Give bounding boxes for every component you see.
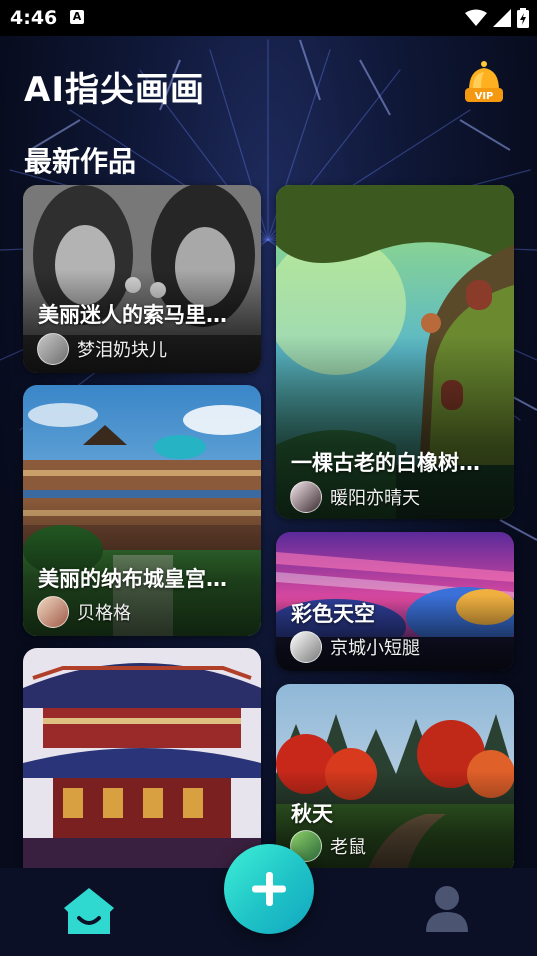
- author-name: 京城小短腿: [330, 638, 420, 659]
- home-icon[interactable]: [62, 886, 116, 936]
- app-screen: 4:46 A AI指尖画画 VIP 最新作品 美丽迷人的索马里… 梦泪奶块儿 一…: [0, 0, 537, 956]
- artwork-card[interactable]: 美丽的纳布城皇宫… 贝格格: [23, 385, 261, 636]
- card-author: 京城小短腿: [290, 631, 420, 663]
- signal-icon: [493, 9, 511, 27]
- status-bar: 4:46 A: [0, 0, 537, 36]
- artwork-card[interactable]: 美丽迷人的索马里… 梦泪奶块儿: [23, 185, 261, 373]
- card-author: 贝格格: [37, 596, 131, 628]
- vip-crown-icon[interactable]: VIP: [461, 60, 507, 106]
- avatar: [37, 333, 69, 365]
- status-time: 4:46: [10, 7, 58, 29]
- card-title: 美丽的纳布城皇宫…: [38, 567, 227, 591]
- avatar: [290, 631, 322, 663]
- card-title: 美丽迷人的索马里…: [38, 303, 227, 327]
- author-name: 梦泪奶块儿: [77, 340, 167, 361]
- create-button[interactable]: [224, 844, 314, 934]
- artwork-card[interactable]: 一棵古老的白橡树… 暖阳亦晴天: [276, 185, 514, 519]
- avatar: [37, 596, 69, 628]
- app-title: AI指尖画画: [24, 70, 205, 110]
- section-title: 最新作品: [24, 145, 137, 178]
- card-title: 秋天: [291, 802, 333, 826]
- author-name: 贝格格: [77, 603, 131, 624]
- card-author: 暖阳亦晴天: [290, 481, 420, 513]
- profile-icon[interactable]: [424, 884, 470, 934]
- wifi-icon: [465, 9, 487, 26]
- author-name: 暖阳亦晴天: [330, 488, 420, 509]
- card-title: 一棵古老的白橡树…: [291, 451, 480, 475]
- a-icon: A: [70, 10, 84, 24]
- author-name: 老鼠: [330, 837, 366, 858]
- avatar: [290, 481, 322, 513]
- plus-icon: [252, 872, 286, 906]
- card-title: 彩色天空: [291, 602, 375, 626]
- svg-text:VIP: VIP: [475, 91, 494, 102]
- status-icons: [465, 8, 529, 28]
- card-author: 梦泪奶块儿: [37, 333, 167, 365]
- artwork-card[interactable]: 彩色天空 京城小短腿: [276, 532, 514, 671]
- battery-icon: [517, 8, 529, 28]
